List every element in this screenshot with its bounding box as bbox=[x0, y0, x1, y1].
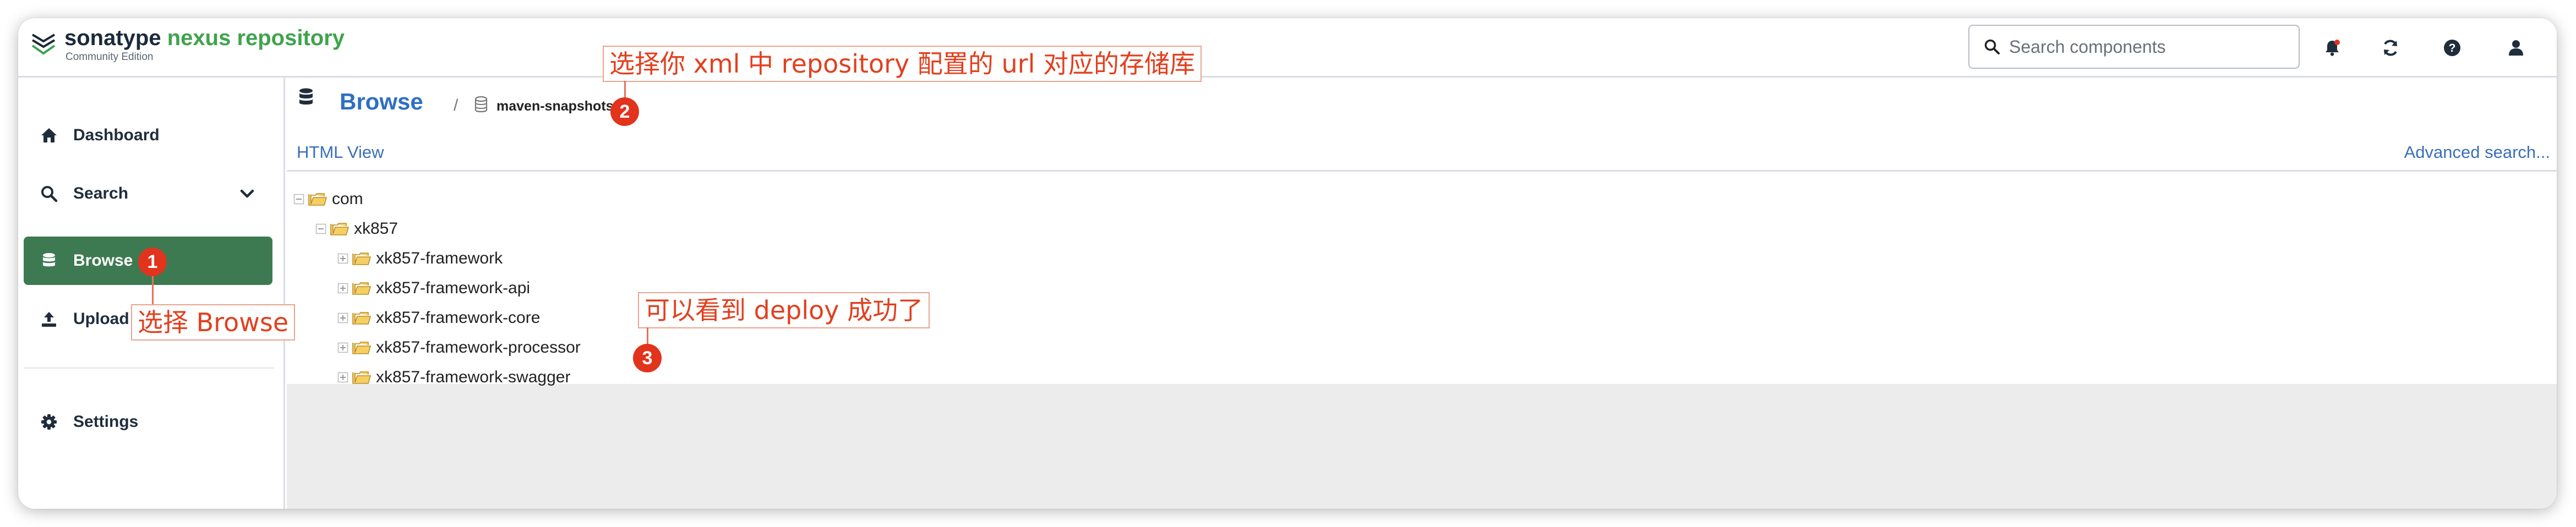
app-window: sonatype nexus repository Community Edit… bbox=[18, 18, 2557, 509]
search-components-box[interactable] bbox=[1968, 25, 2300, 69]
tree-node-xk857-framework-core[interactable]: xk857-framework-core bbox=[337, 307, 540, 329]
tree-node-label: com bbox=[332, 190, 363, 208]
sidebar-item-search[interactable]: Search bbox=[24, 169, 272, 218]
sidebar-item-label: Settings bbox=[73, 413, 139, 431]
expand-icon[interactable] bbox=[337, 283, 348, 294]
breadcrumb-browse-link[interactable]: Browse bbox=[340, 89, 423, 115]
annotation-2-callout: 选择你 xml 中 repository 配置的 url 对应的存储库 bbox=[603, 46, 1202, 82]
chevron-down-icon[interactable] bbox=[238, 185, 256, 202]
annotation-3-callout: 可以看到 deploy 成功了 bbox=[638, 292, 930, 328]
tree-node-xk857-framework-swagger[interactable]: xk857-framework-swagger bbox=[337, 366, 570, 388]
folder-open-icon bbox=[352, 282, 372, 295]
tree-node-label: xk857-framework bbox=[376, 249, 503, 267]
collapse-icon[interactable] bbox=[293, 194, 304, 205]
tree-node-com[interactable]: com bbox=[293, 188, 363, 210]
search-icon bbox=[1984, 39, 2000, 54]
expand-icon[interactable] bbox=[337, 253, 348, 264]
tree-node-label: xk857 bbox=[354, 219, 399, 238]
brand-text: sonatype nexus repository Community Edit… bbox=[64, 25, 345, 63]
folder-open-icon bbox=[352, 312, 372, 325]
folder-open-icon bbox=[308, 193, 328, 206]
breadcrumb-separator: / bbox=[454, 96, 459, 114]
repository-database-icon bbox=[474, 96, 488, 113]
annotation-3-marker: 3 bbox=[633, 344, 662, 372]
folder-open-icon bbox=[352, 342, 372, 354]
bell-icon bbox=[2326, 40, 2340, 56]
breadcrumb-repository: maven-snapshots bbox=[496, 98, 614, 114]
search-icon bbox=[41, 186, 58, 202]
sidebar-divider bbox=[24, 367, 274, 369]
sidebar-item-label: Search bbox=[73, 184, 129, 202]
folder-open-icon bbox=[330, 223, 350, 235]
expand-icon[interactable] bbox=[337, 342, 348, 353]
database-icon bbox=[299, 88, 313, 105]
help-icon: ? bbox=[2444, 40, 2460, 56]
tree-node-label: xk857-framework-processor bbox=[376, 338, 581, 356]
sidebar-item-label: Upload bbox=[73, 310, 129, 328]
annotation-1-marker: 1 bbox=[138, 248, 167, 276]
tree-node-label: xk857-framework-core bbox=[376, 309, 541, 327]
html-view-link[interactable]: HTML View bbox=[297, 142, 384, 162]
brand-name-part2: nexus repository bbox=[167, 26, 345, 50]
brand-edition: Community Edition bbox=[66, 51, 154, 63]
user-icon bbox=[2509, 40, 2523, 56]
sidebar-item-dashboard[interactable]: Dashboard bbox=[24, 111, 272, 160]
tree-node-xk857[interactable]: xk857 bbox=[315, 218, 398, 240]
expand-icon[interactable] bbox=[337, 372, 348, 383]
tree-node-xk857-framework-api[interactable]: xk857-framework-api bbox=[337, 277, 530, 299]
brand-name-part1: sonatype bbox=[64, 26, 167, 50]
brand-name: sonatype nexus repository bbox=[64, 25, 345, 51]
advanced-search-link[interactable]: Advanced search... bbox=[2404, 142, 2550, 162]
annotation-2-marker: 2 bbox=[610, 97, 639, 126]
folder-open-icon bbox=[352, 371, 372, 384]
notifications-button[interactable] bbox=[2317, 32, 2348, 63]
sonatype-logo-icon bbox=[31, 34, 56, 55]
help-button[interactable]: ? bbox=[2437, 32, 2468, 63]
collapse-icon[interactable] bbox=[315, 223, 326, 234]
annotation-1-callout: 选择 Browse bbox=[131, 304, 296, 341]
tree-node-xk857-framework-processor[interactable]: xk857-framework-processor bbox=[337, 337, 581, 359]
logo[interactable]: sonatype nexus repository Community Edit… bbox=[29, 25, 345, 74]
main-content: Browse / maven-snapshots HTML View Advan… bbox=[287, 78, 2557, 509]
home-icon bbox=[41, 128, 57, 142]
tree-node-label: xk857-framework-api bbox=[376, 279, 531, 297]
folder-open-icon bbox=[352, 252, 372, 265]
upload-icon bbox=[42, 312, 56, 327]
top-header: sonatype nexus repository Community Edit… bbox=[18, 18, 2557, 78]
sidebar-item-label: Browse bbox=[73, 251, 133, 270]
gear-icon bbox=[41, 414, 57, 430]
expand-icon[interactable] bbox=[337, 312, 348, 323]
refresh-icon bbox=[2384, 40, 2397, 56]
sidebar-item-label: Dashboard bbox=[73, 126, 160, 144]
user-account-button[interactable] bbox=[2501, 32, 2531, 63]
tree-node-label: xk857-framework-swagger bbox=[376, 368, 571, 386]
database-icon bbox=[43, 253, 55, 267]
svg-text:?: ? bbox=[2449, 42, 2456, 54]
sidebar-item-settings[interactable]: Settings bbox=[24, 398, 272, 446]
refresh-button[interactable] bbox=[2375, 32, 2406, 63]
search-components-input[interactable] bbox=[2009, 36, 2295, 57]
tree-node-xk857-framework[interactable]: xk857-framework bbox=[337, 248, 503, 270]
content-divider bbox=[287, 170, 2557, 172]
